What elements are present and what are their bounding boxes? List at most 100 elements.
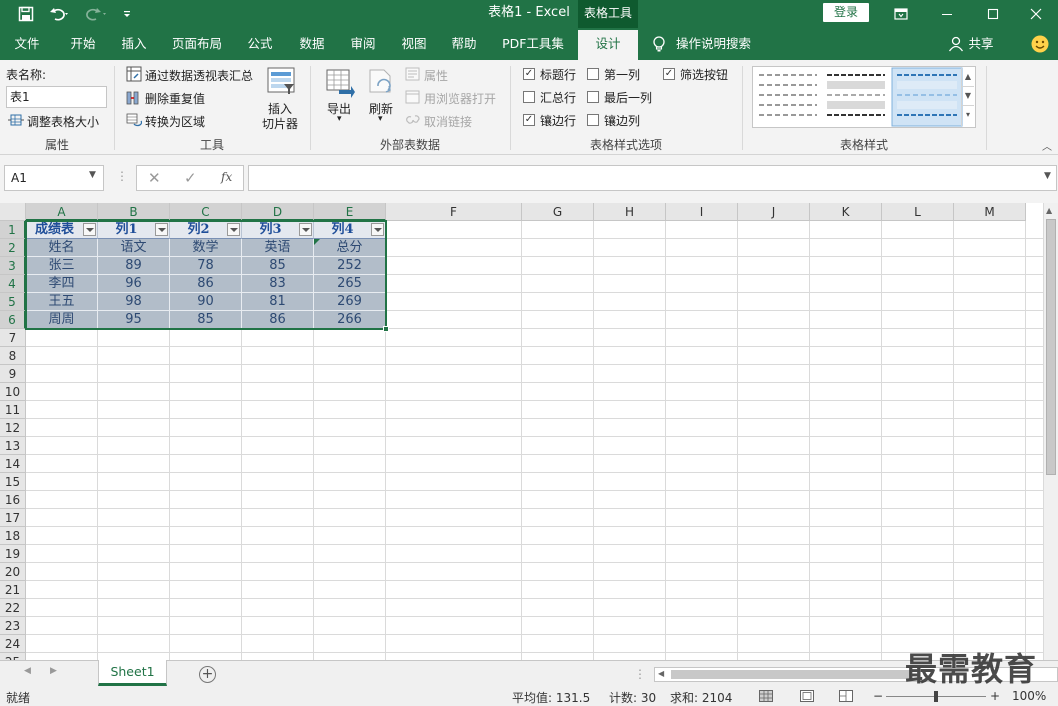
table-cell[interactable]: 89: [98, 257, 170, 275]
table-cell[interactable]: 90: [170, 293, 242, 311]
summarize-pivot-button[interactable]: 通过数据透视表汇总: [145, 67, 253, 84]
table-cell[interactable]: 83: [242, 275, 314, 293]
column-header-j[interactable]: J: [738, 203, 810, 221]
column-header-k[interactable]: K: [810, 203, 882, 221]
table-cell[interactable]: 语文: [98, 239, 170, 257]
column-header-c[interactable]: C: [170, 203, 242, 221]
row-header-11[interactable]: 11: [0, 401, 26, 419]
zoom-out-icon[interactable]: −: [873, 689, 883, 703]
tab-view[interactable]: 视图: [394, 28, 434, 60]
add-sheet-icon[interactable]: +: [199, 666, 216, 683]
horizontal-scroll-thumb[interactable]: [671, 670, 911, 679]
table-cell[interactable]: 96: [98, 275, 170, 293]
zoom-in-icon[interactable]: +: [990, 689, 1000, 703]
column-header-h[interactable]: H: [594, 203, 666, 221]
collapse-ribbon-icon[interactable]: ︿: [1042, 138, 1052, 153]
banded-rows-checkbox[interactable]: ✓: [523, 114, 535, 126]
column-header-f[interactable]: F: [386, 203, 522, 221]
tab-pdf-tools[interactable]: PDF工具集: [498, 28, 568, 60]
filter-dropdown-icon[interactable]: [299, 223, 312, 236]
row-header-12[interactable]: 12: [0, 419, 26, 437]
gallery-up-icon[interactable]: ▲: [962, 68, 974, 87]
table-header-cell[interactable]: 列4: [314, 221, 386, 239]
remove-duplicates-button[interactable]: 删除重复值: [145, 90, 205, 107]
enter-formula-icon[interactable]: ✓: [184, 169, 197, 187]
table-cell[interactable]: 86: [242, 311, 314, 329]
column-header-g[interactable]: G: [522, 203, 594, 221]
row-header-20[interactable]: 20: [0, 563, 26, 581]
row-header-16[interactable]: 16: [0, 491, 26, 509]
insert-slicer-label-2[interactable]: 切片器: [262, 115, 298, 132]
column-header-l[interactable]: L: [882, 203, 954, 221]
normal-view-icon[interactable]: [759, 690, 773, 705]
fill-handle[interactable]: [383, 326, 389, 332]
total-row-checkbox[interactable]: [523, 91, 535, 103]
minimize-icon[interactable]: [924, 0, 970, 28]
table-cell[interactable]: 王五: [26, 293, 98, 311]
page-layout-view-icon[interactable]: [800, 690, 814, 705]
share-button[interactable]: 共享: [966, 28, 996, 60]
row-header-21[interactable]: 21: [0, 581, 26, 599]
error-indicator-icon[interactable]: [314, 239, 320, 245]
save-icon[interactable]: [12, 0, 40, 28]
table-name-input[interactable]: 表1: [6, 86, 107, 108]
column-header-i[interactable]: I: [666, 203, 738, 221]
expand-formula-bar-icon[interactable]: ▼: [1044, 171, 1051, 181]
row-header-2[interactable]: 2: [0, 239, 26, 257]
column-header-m[interactable]: M: [954, 203, 1026, 221]
name-box-dropdown-icon[interactable]: ▼: [89, 170, 96, 180]
row-header-8[interactable]: 8: [0, 347, 26, 365]
table-cell[interactable]: 265: [314, 275, 386, 293]
table-cell[interactable]: 78: [170, 257, 242, 275]
ribbon-display-options-icon[interactable]: [878, 0, 924, 28]
table-cell[interactable]: 张三: [26, 257, 98, 275]
redo-icon[interactable]: [82, 0, 112, 28]
row-header-25[interactable]: 25: [0, 653, 26, 660]
row-header-22[interactable]: 22: [0, 599, 26, 617]
table-cell[interactable]: 98: [98, 293, 170, 311]
column-header-e[interactable]: E: [314, 203, 386, 221]
cancel-formula-icon[interactable]: ✕: [148, 169, 161, 187]
filter-button-checkbox[interactable]: ✓: [663, 68, 675, 80]
table-cell[interactable]: 姓名: [26, 239, 98, 257]
column-header-a[interactable]: A: [26, 203, 98, 221]
table-cell[interactable]: 周周: [26, 311, 98, 329]
scroll-up-icon[interactable]: ▲: [1046, 206, 1052, 215]
banded-columns-checkbox[interactable]: [587, 114, 599, 126]
page-break-preview-icon[interactable]: [839, 690, 853, 705]
gallery-more-icon[interactable]: ▾: [962, 106, 974, 125]
row-header-5[interactable]: 5: [0, 293, 26, 311]
row-header-1[interactable]: 1: [0, 221, 26, 239]
table-cell[interactable]: 85: [170, 311, 242, 329]
last-column-checkbox[interactable]: [587, 91, 599, 103]
tab-data[interactable]: 数据: [292, 28, 332, 60]
filter-dropdown-icon[interactable]: [227, 223, 240, 236]
maximize-icon[interactable]: [970, 0, 1016, 28]
table-header-cell[interactable]: 成绩表: [26, 221, 98, 239]
insert-function-icon[interactable]: fx: [221, 170, 232, 184]
zoom-level[interactable]: 100%: [1012, 689, 1046, 703]
row-header-17[interactable]: 17: [0, 509, 26, 527]
row-header-9[interactable]: 9: [0, 365, 26, 383]
row-header-7[interactable]: 7: [0, 329, 26, 347]
table-cell[interactable]: 266: [314, 311, 386, 329]
table-cell[interactable]: 85: [242, 257, 314, 275]
filter-dropdown-icon[interactable]: [371, 223, 384, 236]
row-header-13[interactable]: 13: [0, 437, 26, 455]
row-header-18[interactable]: 18: [0, 527, 26, 545]
row-header-14[interactable]: 14: [0, 455, 26, 473]
vertical-scroll-thumb[interactable]: [1046, 219, 1056, 475]
tell-me-search[interactable]: 操作说明搜索: [676, 28, 756, 60]
open-in-browser-button[interactable]: 用浏览器打开: [424, 90, 496, 107]
row-header-23[interactable]: 23: [0, 617, 26, 635]
row-header-24[interactable]: 24: [0, 635, 26, 653]
tab-file[interactable]: 文件: [6, 28, 48, 60]
resize-table-button[interactable]: 调整表格大小: [27, 113, 99, 130]
table-cell[interactable]: 总分: [314, 239, 386, 257]
gallery-down-icon[interactable]: ▼: [962, 87, 974, 106]
filter-dropdown-icon[interactable]: [83, 223, 96, 236]
table-cell[interactable]: 81: [242, 293, 314, 311]
worksheet-grid[interactable]: A B C D E F G H I J K L M 1 2 3 4 5 6 7 8 9 10 11 12 13 14 15 16 17 18…: [0, 203, 1043, 660]
login-button[interactable]: 登录: [823, 3, 869, 22]
gallery-scroll[interactable]: ▲ ▼ ▾: [961, 68, 974, 126]
